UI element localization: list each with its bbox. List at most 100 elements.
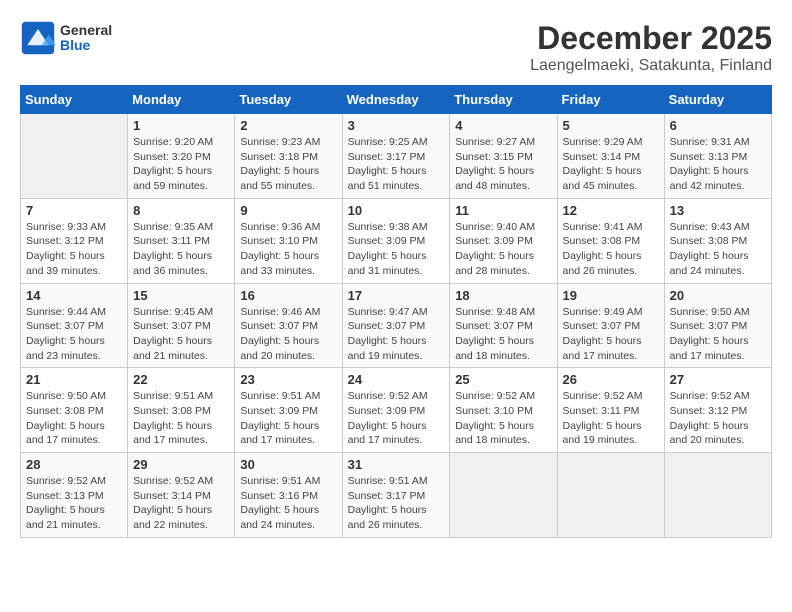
day-number: 18 (455, 288, 551, 303)
day-number: 31 (348, 457, 445, 472)
calendar-day-cell: 19 Sunrise: 9:49 AMSunset: 3:07 PMDayligh… (557, 283, 664, 368)
weekday-header: Friday (557, 86, 664, 114)
calendar-day-cell: 21 Sunrise: 9:50 AMSunset: 3:08 PMDayligh… (21, 368, 128, 453)
calendar-day-cell: 31 Sunrise: 9:51 AMSunset: 3:17 PMDayligh… (342, 453, 450, 538)
calendar-day-cell (450, 453, 557, 538)
calendar-day-cell: 23Sunrise: 9:51 AMSunset: 3:09 PMDayligh… (235, 368, 342, 453)
day-info: Sunrise: 9:50 AMSunset: 3:08 PMDaylight:… (26, 389, 122, 448)
calendar-day-cell: 24Sunrise: 9:52 AMSunset: 3:09 PMDayligh… (342, 368, 450, 453)
calendar-week-row: 7Sunrise: 9:33 AMSunset: 3:12 PMDaylight… (21, 198, 772, 283)
day-number: 14 (26, 288, 122, 303)
day-info: Sunrise: 9:51 AMSunset: 3:17 PMDaylight:… (348, 474, 445, 533)
calendar-day-cell: 30Sunrise: 9:51 AMSunset: 3:16 PMDayligh… (235, 453, 342, 538)
calendar-day-cell: 13Sunrise: 9:43 AMSunset: 3:08 PMDayligh… (664, 198, 771, 283)
calendar-day-cell: 4 Sunrise: 9:27 AMSunset: 3:15 PMDaylight… (450, 114, 557, 199)
day-number: 22 (133, 372, 229, 387)
day-number: 8 (133, 203, 229, 218)
day-info: Sunrise: 9:49 AMSunset: 3:07 PMDaylight:… (563, 305, 659, 364)
day-info: Sunrise: 9:31 AMSunset: 3:13 PMDaylight:… (670, 135, 766, 194)
day-number: 27 (670, 372, 766, 387)
day-info: Sunrise: 9:43 AMSunset: 3:08 PMDaylight:… (670, 220, 766, 279)
calendar-day-cell: 10Sunrise: 9:38 AMSunset: 3:09 PMDayligh… (342, 198, 450, 283)
day-number: 11 (455, 203, 551, 218)
calendar-header-row: SundayMondayTuesdayWednesdayThursdayFrid… (21, 86, 772, 114)
day-number: 25 (455, 372, 551, 387)
day-info: Sunrise: 9:36 AMSunset: 3:10 PMDaylight:… (240, 220, 336, 279)
weekday-header: Monday (128, 86, 235, 114)
calendar-day-cell (21, 114, 128, 199)
day-info: Sunrise: 9:51 AMSunset: 3:08 PMDaylight:… (133, 389, 229, 448)
day-info: Sunrise: 9:52 AMSunset: 3:13 PMDaylight:… (26, 474, 122, 533)
day-number: 23 (240, 372, 336, 387)
calendar-day-cell: 9Sunrise: 9:36 AMSunset: 3:10 PMDaylight… (235, 198, 342, 283)
calendar-day-cell: 6 Sunrise: 9:31 AMSunset: 3:13 PMDaylight… (664, 114, 771, 199)
calendar-day-cell: 12Sunrise: 9:41 AMSunset: 3:08 PMDayligh… (557, 198, 664, 283)
day-number: 17 (348, 288, 445, 303)
day-number: 24 (348, 372, 445, 387)
day-info: Sunrise: 9:40 AMSunset: 3:09 PMDaylight:… (455, 220, 551, 279)
day-info: Sunrise: 9:20 AMSunset: 3:20 PMDaylight:… (133, 135, 229, 194)
calendar-day-cell: 25 Sunrise: 9:52 AMSunset: 3:10 PMDayligh… (450, 368, 557, 453)
day-info: Sunrise: 9:48 AMSunset: 3:07 PMDaylight:… (455, 305, 551, 364)
day-number: 15 (133, 288, 229, 303)
calendar-day-cell: 3 Sunrise: 9:25 AMSunset: 3:17 PMDaylight… (342, 114, 450, 199)
calendar-week-row: 28 Sunrise: 9:52 AMSunset: 3:13 PMDayligh… (21, 453, 772, 538)
day-number: 10 (348, 203, 445, 218)
calendar-day-cell: 7Sunrise: 9:33 AMSunset: 3:12 PMDaylight… (21, 198, 128, 283)
day-info: Sunrise: 9:44 AMSunset: 3:07 PMDaylight:… (26, 305, 122, 364)
calendar-day-cell: 26Sunrise: 9:52 AMSunset: 3:11 PMDayligh… (557, 368, 664, 453)
day-number: 19 (563, 288, 659, 303)
calendar-day-cell: 1 Sunrise: 9:20 AMSunset: 3:20 PMDaylight… (128, 114, 235, 199)
day-number: 3 (348, 118, 445, 133)
day-info: Sunrise: 9:45 AMSunset: 3:07 PMDaylight:… (133, 305, 229, 364)
calendar-day-cell: 8 Sunrise: 9:35 AMSunset: 3:11 PMDaylight… (128, 198, 235, 283)
calendar-day-cell: 16 Sunrise: 9:46 AMSunset: 3:07 PMDayligh… (235, 283, 342, 368)
calendar-day-cell: 17 Sunrise: 9:47 AMSunset: 3:07 PMDayligh… (342, 283, 450, 368)
weekday-header: Tuesday (235, 86, 342, 114)
day-info: Sunrise: 9:29 AMSunset: 3:14 PMDaylight:… (563, 135, 659, 194)
calendar-day-cell: 28 Sunrise: 9:52 AMSunset: 3:13 PMDayligh… (21, 453, 128, 538)
logo-icon (20, 20, 56, 56)
calendar-week-row: 1 Sunrise: 9:20 AMSunset: 3:20 PMDaylight… (21, 114, 772, 199)
day-number: 12 (563, 203, 659, 218)
calendar-week-row: 14 Sunrise: 9:44 AMSunset: 3:07 PMDayligh… (21, 283, 772, 368)
day-info: Sunrise: 9:51 AMSunset: 3:16 PMDaylight:… (240, 474, 336, 533)
weekday-header: Thursday (450, 86, 557, 114)
logo: General Blue (20, 20, 112, 56)
day-number: 28 (26, 457, 122, 472)
location-title: Laengelmaeki, Satakunta, Finland (530, 57, 772, 75)
day-info: Sunrise: 9:35 AMSunset: 3:11 PMDaylight:… (133, 220, 229, 279)
calendar-day-cell (557, 453, 664, 538)
calendar-table: SundayMondayTuesdayWednesdayThursdayFrid… (20, 85, 772, 538)
calendar-day-cell: 18 Sunrise: 9:48 AMSunset: 3:07 PMDayligh… (450, 283, 557, 368)
weekday-header: Sunday (21, 86, 128, 114)
month-title: December 2025 (530, 20, 772, 57)
day-number: 29 (133, 457, 229, 472)
calendar-day-cell: 20Sunrise: 9:50 AMSunset: 3:07 PMDayligh… (664, 283, 771, 368)
day-info: Sunrise: 9:52 AMSunset: 3:12 PMDaylight:… (670, 389, 766, 448)
day-info: Sunrise: 9:27 AMSunset: 3:15 PMDaylight:… (455, 135, 551, 194)
day-number: 1 (133, 118, 229, 133)
day-info: Sunrise: 9:23 AMSunset: 3:18 PMDaylight:… (240, 135, 336, 194)
title-block: December 2025 Laengelmaeki, Satakunta, F… (530, 20, 772, 75)
weekday-header: Saturday (664, 86, 771, 114)
calendar-day-cell: 2 Sunrise: 9:23 AMSunset: 3:18 PMDaylight… (235, 114, 342, 199)
day-number: 2 (240, 118, 336, 133)
day-info: Sunrise: 9:52 AMSunset: 3:11 PMDaylight:… (563, 389, 659, 448)
weekday-header: Wednesday (342, 86, 450, 114)
day-info: Sunrise: 9:46 AMSunset: 3:07 PMDaylight:… (240, 305, 336, 364)
day-number: 16 (240, 288, 336, 303)
day-info: Sunrise: 9:52 AMSunset: 3:10 PMDaylight:… (455, 389, 551, 448)
day-number: 4 (455, 118, 551, 133)
calendar-day-cell: 22 Sunrise: 9:51 AMSunset: 3:08 PMDayligh… (128, 368, 235, 453)
day-info: Sunrise: 9:47 AMSunset: 3:07 PMDaylight:… (348, 305, 445, 364)
day-number: 6 (670, 118, 766, 133)
logo-blue: Blue (60, 38, 112, 53)
calendar-day-cell: 14 Sunrise: 9:44 AMSunset: 3:07 PMDayligh… (21, 283, 128, 368)
day-info: Sunrise: 9:50 AMSunset: 3:07 PMDaylight:… (670, 305, 766, 364)
day-info: Sunrise: 9:25 AMSunset: 3:17 PMDaylight:… (348, 135, 445, 194)
calendar-day-cell (664, 453, 771, 538)
day-number: 7 (26, 203, 122, 218)
logo-text: General Blue (60, 23, 112, 54)
day-number: 21 (26, 372, 122, 387)
